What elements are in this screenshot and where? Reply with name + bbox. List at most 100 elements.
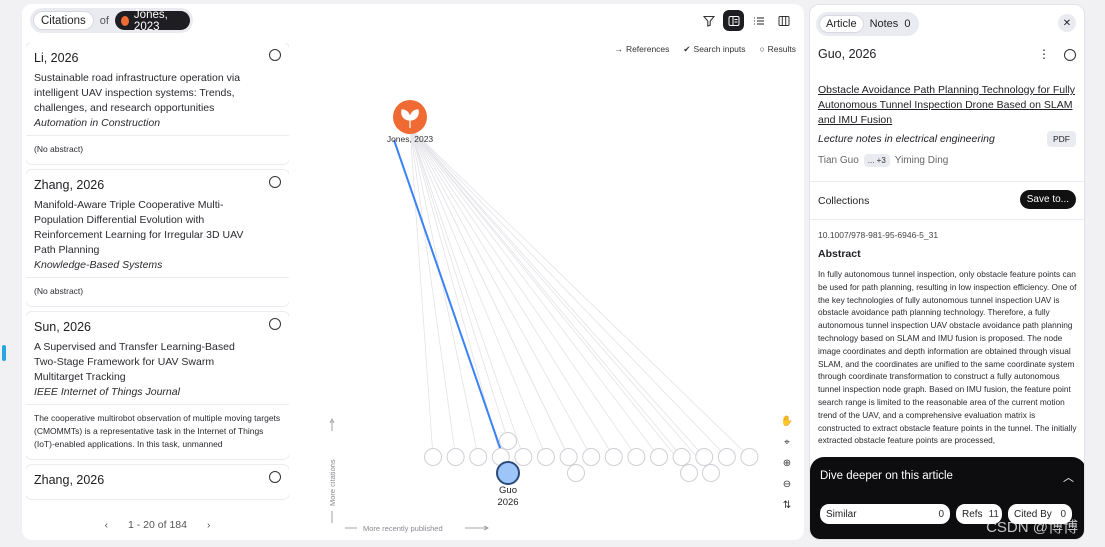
more-authors-button[interactable]: ... +3 (863, 154, 890, 167)
select-checkbox[interactable] (1064, 49, 1076, 61)
divider (810, 219, 1084, 220)
edge-tab[interactable] (2, 345, 6, 361)
x-axis: More recently published (345, 524, 489, 533)
card-title: Li, 2026 (34, 51, 79, 65)
citations-label: Citations (41, 14, 86, 27)
list-view-icon[interactable] (748, 10, 769, 31)
selected-node[interactable] (496, 461, 520, 485)
zoom-in-icon[interactable]: ⊕ (780, 458, 794, 469)
citation-edge (409, 127, 712, 474)
close-icon[interactable]: ✕ (1058, 14, 1076, 32)
paper-node[interactable] (650, 448, 668, 466)
authors: Tian Guo ... +3 Yiming Ding (818, 154, 948, 167)
card-paper-title: A Supervised and Transfer Learning-Based… (34, 341, 235, 383)
paper-node[interactable] (740, 448, 759, 466)
selected-node-year: 2026 (497, 497, 518, 508)
paper-node[interactable] (559, 448, 578, 466)
article-panel: Article Notes 0 ✕ Guo, 2026 ⋮ Obstacle Av… (809, 4, 1085, 540)
list-item[interactable]: Zhang, 2026 (26, 465, 289, 499)
paper-node[interactable] (567, 464, 585, 482)
list-item[interactable]: Li, 2026 Sustainable road infrastructure… (26, 43, 289, 164)
pdf-button[interactable]: PDF (1047, 131, 1076, 147)
citation-edge (409, 127, 434, 458)
next-page-button[interactable]: › (207, 519, 211, 531)
select-checkbox[interactable] (269, 176, 281, 188)
source-node-label: Jones, 2023 (387, 134, 434, 144)
layout-icon[interactable]: ⇅ (780, 500, 794, 511)
results-area: Citations of Jones, 2023 Li, 2026 Sustai… (22, 4, 804, 540)
citations-selector: Citations of Jones, 2023 (30, 8, 193, 33)
results-list: Li, 2026 Sustainable road infrastructure… (26, 43, 289, 515)
similar-button[interactable]: Similar 0 (820, 504, 950, 524)
card-abstract: The cooperative multirobot observation o… (26, 404, 289, 459)
x-axis-label: More recently published (363, 524, 443, 533)
paper-node[interactable] (695, 448, 714, 466)
paper-node[interactable] (672, 448, 691, 466)
citation-edge (409, 127, 592, 458)
prev-page-button[interactable]: ‹ (105, 519, 109, 531)
paper-node[interactable] (514, 448, 533, 466)
select-checkbox[interactable] (269, 49, 281, 61)
paper-node[interactable] (702, 464, 720, 482)
paper-node[interactable] (604, 448, 623, 466)
panel-tabs: Article Notes 0 (816, 12, 920, 36)
of-label: of (99, 14, 109, 27)
columns-view-icon[interactable] (773, 10, 794, 31)
selected-node-name: Guo (499, 485, 517, 496)
source-paper-chip[interactable]: Jones, 2023 (114, 9, 190, 33)
tab-notes[interactable]: Notes 0 (864, 18, 917, 30)
y-axis-label: More citations (328, 459, 337, 506)
citation-graph[interactable]: → References ✔ Search inputs ○ Results Jone… (297, 36, 802, 536)
paper-node[interactable] (499, 432, 517, 450)
citation-edge (409, 127, 456, 458)
paper-node[interactable] (627, 448, 646, 466)
paper-node[interactable] (446, 448, 465, 466)
similar-count: 0 (938, 508, 944, 520)
y-axis: More citations (328, 418, 337, 523)
graph-canvas[interactable]: Jones, 2023 Guo 2026 More citations More… (297, 36, 802, 536)
card-journal: Knowledge-Based Systems (34, 259, 163, 271)
card-journal: Automation in Construction (34, 117, 161, 129)
select-checkbox[interactable] (269, 471, 281, 483)
view-controls (698, 10, 794, 31)
topbar: Citations of Jones, 2023 (30, 8, 796, 38)
pan-hand-icon[interactable]: ✋ (780, 416, 794, 427)
select-checkbox[interactable] (269, 318, 281, 330)
citations-mode-button[interactable]: Citations (33, 11, 94, 30)
pagination: ‹ 1 - 20 of 184 › (22, 514, 293, 536)
locate-icon[interactable]: ⌖ (780, 437, 794, 448)
paper-node[interactable] (469, 448, 488, 466)
abstract-text: In fully autonomous tunnel inspection, o… (818, 269, 1077, 446)
save-to-button[interactable]: Save to... (1019, 190, 1076, 209)
zoom-out-icon[interactable]: ⊖ (780, 479, 794, 490)
citation-edge (409, 127, 690, 474)
paper-node[interactable] (537, 448, 555, 466)
card-title: Zhang, 2026 (34, 473, 105, 487)
citation-edge (409, 127, 615, 458)
list-item[interactable]: Sun, 2026 A Supervised and Transfer Lear… (26, 312, 289, 459)
graph-tools: ✋ ⌖ ⊕ ⊖ ⇅ (780, 416, 794, 511)
collections-label: Collections (818, 195, 870, 207)
card-paper-title: Manifold-Aware Triple Cooperative Multi-… (34, 199, 244, 256)
article-journal: Lecture notes in electrical engineering (818, 133, 995, 145)
doi-link[interactable]: 10.1007/978-981-95-6946-5_31 (818, 230, 938, 240)
source-dot-icon (120, 15, 129, 26)
citation-edge (409, 127, 750, 458)
citation-edge (409, 127, 524, 458)
list-item[interactable]: Zhang, 2026 Manifold-Aware Triple Cooper… (26, 170, 289, 306)
citation-edge (409, 127, 705, 458)
paper-node[interactable] (717, 448, 736, 466)
author-link[interactable]: Tian Guo (818, 155, 859, 166)
paper-node[interactable] (424, 448, 442, 466)
article-title-link[interactable]: Obstacle Avoidance Path Planning Technol… (818, 83, 1080, 128)
split-view-icon[interactable] (723, 10, 744, 31)
card-title: Sun, 2026 (34, 320, 91, 334)
filter-icon[interactable] (698, 10, 719, 31)
paper-node[interactable] (582, 448, 601, 466)
author-link[interactable]: Yiming Ding (895, 155, 949, 166)
more-options-icon[interactable]: ⋮ (1038, 47, 1050, 61)
tab-article[interactable]: Article (819, 15, 864, 33)
chevron-up-icon[interactable]: ︿ (1063, 469, 1074, 485)
paper-node[interactable] (680, 464, 698, 482)
watermark: CSDN @博博 (986, 519, 1078, 536)
